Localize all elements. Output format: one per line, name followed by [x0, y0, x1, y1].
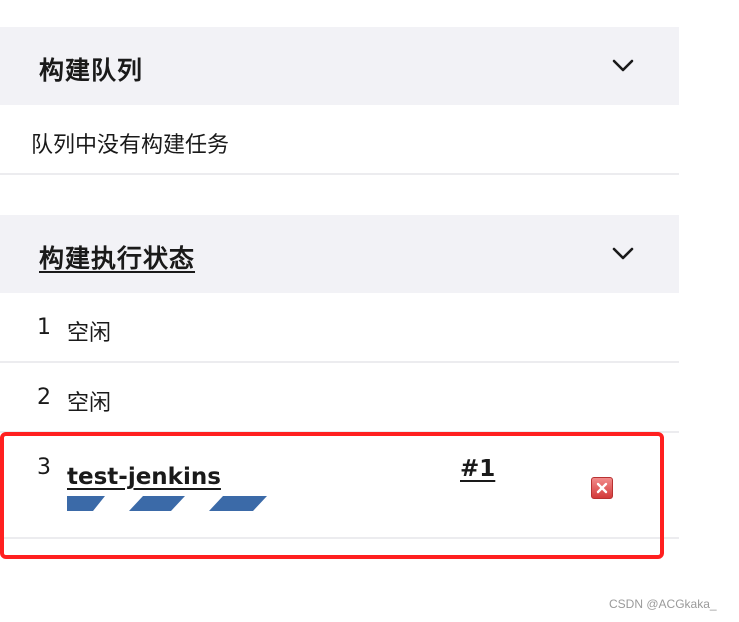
watermark: CSDN @ACGkaka_ — [609, 597, 717, 611]
build-progress-bar — [67, 496, 267, 511]
executor-number: 1 — [37, 315, 51, 340]
executor-number: 3 — [37, 455, 51, 480]
close-icon — [596, 482, 608, 494]
executor-status-label: 空闲 — [67, 391, 112, 416]
executor-status-label: 空闲 — [67, 321, 112, 346]
build-queue-empty-row: 队列中没有构建任务 — [0, 105, 679, 175]
build-number-link[interactable]: #1 — [460, 456, 495, 482]
job-link[interactable]: test-jenkins — [67, 464, 221, 490]
executor-row: 2 空闲 — [0, 363, 679, 433]
build-queue-title: 构建队列 — [39, 56, 144, 85]
build-queue-header: 构建队列 — [0, 27, 679, 105]
executor-row: 1 空闲 — [0, 293, 679, 363]
executor-status-title-link[interactable]: 构建执行状态 — [39, 239, 195, 275]
executor-status-header: 构建执行状态 — [0, 215, 679, 293]
chevron-down-icon[interactable] — [610, 53, 636, 79]
stop-build-button[interactable] — [591, 477, 613, 499]
chevron-down-icon[interactable] — [610, 241, 636, 267]
executor-number: 2 — [37, 385, 51, 410]
build-queue-empty-message: 队列中没有构建任务 — [31, 133, 230, 158]
